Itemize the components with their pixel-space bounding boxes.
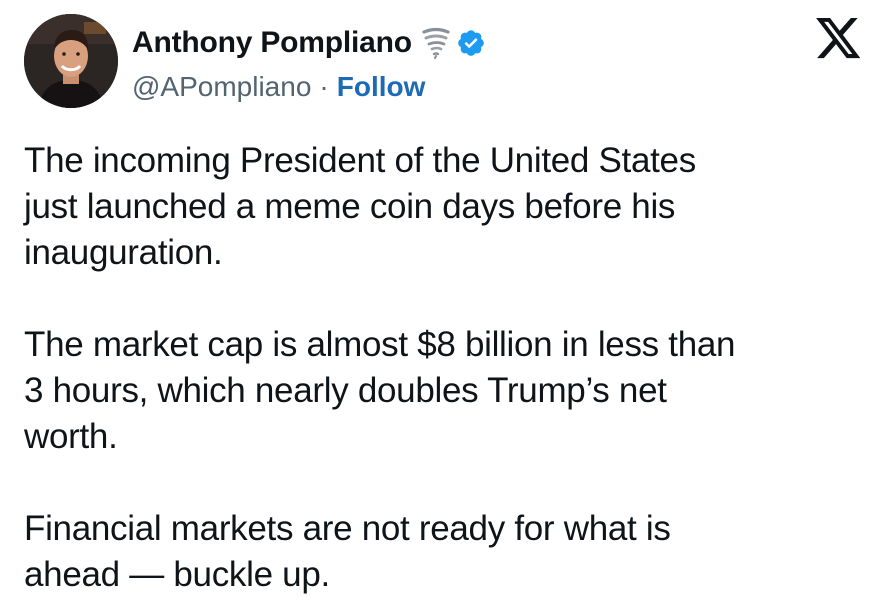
- author-identity: Anthony Pompliano @APompliano · Follow: [132, 22, 486, 108]
- avatar-image: [24, 14, 118, 108]
- tweet-paragraph: The market cap is almost $8 billion in l…: [24, 325, 736, 456]
- separator-dot: ·: [319, 71, 329, 102]
- tweet-body: The incoming President of the United Sta…: [24, 138, 874, 598]
- tornado-icon: [422, 27, 450, 59]
- tweet-paragraph: The incoming President of the United Sta…: [24, 141, 696, 272]
- avatar[interactable]: [24, 14, 118, 108]
- author-handle[interactable]: @APompliano: [132, 71, 311, 103]
- handle-row: @APompliano · Follow: [132, 66, 486, 108]
- x-logo-icon[interactable]: [816, 18, 862, 60]
- name-row: Anthony Pompliano: [132, 22, 486, 64]
- verified-badge-icon: [456, 28, 486, 58]
- tweet-header: Anthony Pompliano @APompliano · Follow: [24, 14, 486, 110]
- tweet-card: Anthony Pompliano @APompliano · Follow T…: [0, 0, 892, 614]
- tweet-paragraph: Financial markets are not ready for what…: [24, 509, 671, 594]
- author-display-name[interactable]: Anthony Pompliano: [132, 26, 412, 60]
- follow-button[interactable]: Follow: [337, 71, 426, 103]
